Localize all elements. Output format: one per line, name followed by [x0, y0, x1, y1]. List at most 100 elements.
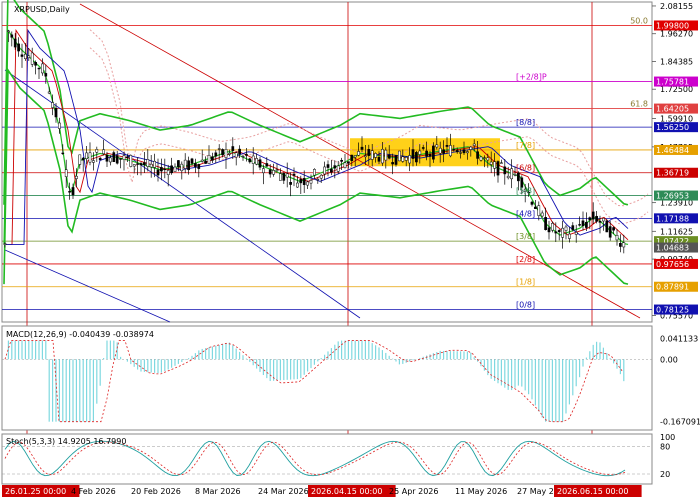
candle-body: [211, 156, 214, 161]
candle-body: [418, 150, 422, 155]
murrey-label-9: [0/8]: [516, 301, 535, 310]
fib-label-0: 50.0: [630, 16, 648, 25]
candle-body: [489, 161, 493, 165]
candle-body: [3, 243, 7, 245]
candle-body: [47, 91, 51, 94]
candle-body: [306, 181, 309, 186]
candle-body: [377, 157, 381, 162]
candle-body: [156, 169, 160, 176]
candle-body: [204, 160, 207, 164]
candle-body: [466, 151, 469, 154]
candle-body: [85, 152, 88, 159]
candle-body: [503, 166, 507, 175]
price-tick-label-1: 1.96270: [660, 30, 693, 39]
candle-body: [408, 155, 411, 164]
candle-body: [10, 34, 14, 38]
candle-body: [336, 165, 340, 172]
candle-body: [170, 165, 173, 174]
candle-body: [248, 158, 252, 163]
level-tag-1: 1.75781: [656, 78, 689, 87]
candle-body: [357, 151, 360, 156]
murrey-label-5: [4/8]: [516, 209, 535, 218]
candle-body: [27, 55, 31, 58]
candle-body: [7, 30, 10, 32]
candle-body: [139, 163, 143, 166]
candle-body: [557, 230, 561, 233]
candle-body: [330, 168, 333, 173]
candle-body: [37, 67, 41, 70]
candle-body: [472, 143, 476, 146]
level-tag-0: 1.99800: [656, 21, 689, 30]
candle-body: [387, 154, 391, 159]
candle-body: [95, 149, 99, 153]
trading-chart[interactable]: XRPUSD,Daily [+2/8]P [8/8] [7/8] [6/8] [5/8]…: [0, 0, 700, 500]
candle-body: [78, 154, 82, 165]
candle-body: [510, 168, 513, 180]
candle-body: [234, 152, 238, 158]
candle-body: [275, 169, 279, 172]
date-label-9: 2026.06.15 00:00: [557, 487, 628, 496]
macd-tick-label-2: -0.167091: [660, 418, 700, 427]
candle-body: [469, 146, 473, 150]
candle-body: [289, 181, 292, 185]
candle-body: [370, 150, 374, 160]
candle-body: [513, 174, 517, 176]
candle-body: [551, 223, 554, 231]
candle-body: [598, 221, 602, 223]
candle-body: [207, 154, 211, 164]
candle-body: [285, 173, 289, 178]
candle-body: [476, 151, 479, 159]
candle-body: [75, 175, 78, 179]
murrey-label-8: [1/8]: [516, 278, 535, 287]
candle-body: [384, 149, 388, 161]
candle-body: [231, 146, 235, 151]
candle-body: [319, 174, 323, 179]
candle-body: [238, 148, 241, 155]
stoch-panel[interactable]: Stoch(5,3,3) 14.9205 16.7990: [1, 433, 653, 485]
candle-body: [132, 164, 136, 167]
candle-body: [30, 52, 34, 65]
candle-body: [537, 205, 541, 216]
candle-body: [353, 155, 357, 158]
price-tick-label-0: 2.08155: [660, 2, 693, 11]
candle-body: [146, 159, 150, 167]
candle-body: [68, 191, 71, 193]
candle-body: [455, 150, 459, 153]
level-tag-3: 1.56250: [656, 123, 689, 132]
date-label-2: 20 Feb 2026: [131, 487, 181, 496]
candle-body: [224, 149, 228, 158]
candle-body: [622, 242, 626, 248]
candle-body: [595, 215, 598, 222]
date-label-5: 2026.04.15 00:00: [311, 487, 382, 496]
candle-body: [173, 166, 177, 172]
candle-body: [279, 173, 282, 181]
candle-body: [571, 225, 575, 230]
stoch-tick-label-2: 20: [660, 470, 670, 479]
candle-body: [540, 212, 544, 217]
candle-body: [258, 159, 262, 168]
candle-body: [343, 162, 347, 168]
candle-body: [153, 160, 156, 168]
candle-body: [251, 155, 255, 164]
candle-body: [554, 231, 558, 234]
candle-body: [190, 158, 194, 164]
stoch-tick-label-1: 80: [660, 443, 670, 452]
candle-body: [530, 201, 534, 205]
symbol-title: XRPUSD,Daily: [14, 5, 70, 14]
candle-body: [51, 102, 54, 108]
candle-body: [296, 182, 299, 188]
level-tag-9: 0.97656: [656, 260, 689, 269]
stoch-title: Stoch(5,3,3) 14.9205 16.7990: [6, 437, 126, 446]
murrey-label-1: [8/8]: [516, 118, 535, 127]
candle-body: [163, 168, 167, 171]
candle-body: [217, 148, 221, 150]
macd-panel[interactable]: MACD(12,26,9) -0.040439 -0.038974: [1, 325, 653, 431]
candle-body: [183, 159, 187, 169]
candle-body: [149, 163, 153, 168]
candle-body: [581, 220, 585, 226]
candle-body: [180, 163, 184, 172]
price-tick-label-2: 1.84385: [660, 57, 693, 66]
candle-body: [34, 62, 37, 66]
candle-body: [486, 157, 490, 161]
date-label-3: 8 Mar 2026: [195, 487, 241, 496]
